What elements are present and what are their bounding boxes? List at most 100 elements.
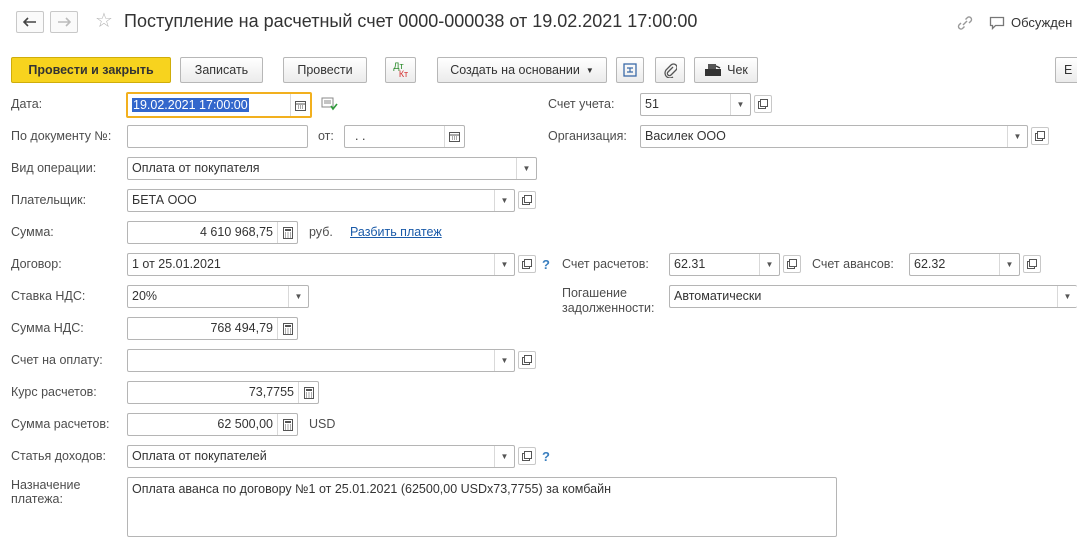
dropdown-arrow-icon[interactable]: ▼ — [1057, 286, 1077, 307]
open-window-icon — [1027, 259, 1037, 269]
dropdown-arrow-icon[interactable]: ▼ — [999, 254, 1019, 275]
date-label: Дата: — [11, 97, 43, 111]
split-payment-link[interactable]: Разбить платеж — [350, 225, 442, 239]
chat-icon — [989, 16, 1005, 30]
purpose-label-line2: платежа: — [11, 492, 63, 506]
back-button[interactable] — [16, 11, 44, 33]
document-history-icon[interactable] — [321, 97, 338, 114]
open-advance-account-button[interactable] — [1023, 255, 1041, 273]
discussion-button[interactable]: Обсужден — [989, 15, 1072, 30]
dropdown-arrow-icon[interactable]: ▼ — [759, 254, 779, 275]
dropdown-arrow-icon[interactable]: ▼ — [494, 190, 514, 211]
dropdown-arrow-icon[interactable]: ▼ — [494, 350, 514, 371]
vat-amount-input[interactable]: 768 494,79 — [127, 317, 298, 340]
structure-button[interactable] — [616, 57, 644, 83]
dt-kt-button[interactable]: Дт Кт — [385, 57, 416, 83]
open-invoice-button[interactable] — [518, 351, 536, 369]
contract-select[interactable]: 1 от 25.01.2021 ▼ — [127, 253, 515, 276]
dropdown-arrow-icon[interactable]: ▼ — [494, 254, 514, 275]
contract-label: Договор: — [11, 257, 62, 271]
settlement-amount-input[interactable]: 62 500,00 — [127, 413, 298, 436]
discussion-label: Обсужден — [1011, 15, 1073, 30]
income-item-help-icon[interactable]: ? — [542, 449, 550, 464]
open-window-icon — [522, 259, 532, 269]
open-window-icon — [758, 99, 768, 109]
more-button[interactable]: Е — [1055, 57, 1077, 83]
dropdown-arrow-icon[interactable]: ▼ — [516, 158, 536, 179]
operation-type-select[interactable]: Оплата от покупателя ▼ — [127, 157, 537, 180]
settlement-currency: USD — [309, 417, 336, 431]
open-settlement-account-button[interactable] — [783, 255, 801, 273]
post-and-close-button[interactable]: Провести и закрыть — [11, 57, 171, 83]
calendar-icon[interactable] — [290, 94, 310, 116]
advance-account-value: 62.32 — [914, 257, 946, 271]
dropdown-arrow-icon[interactable]: ▼ — [1007, 126, 1027, 147]
open-contract-button[interactable] — [518, 255, 536, 273]
cash-register-icon — [705, 64, 722, 76]
open-account-button[interactable] — [754, 95, 772, 113]
purpose-label-line1: Назначение — [11, 478, 81, 492]
account-label: Счет учета: — [548, 97, 615, 111]
open-window-icon — [522, 355, 532, 365]
date-field[interactable]: 19.02.2021 17:00:00 — [126, 92, 312, 118]
vat-amount-label: Сумма НДС: — [11, 321, 84, 335]
calculator-icon[interactable] — [277, 414, 297, 435]
settlement-amount-label: Сумма расчетов: — [11, 417, 110, 431]
open-window-icon — [522, 195, 532, 205]
calculator-icon[interactable] — [277, 222, 297, 243]
calendar-icon[interactable] — [444, 126, 464, 147]
advance-account-select[interactable]: 62.32 ▼ — [909, 253, 1020, 276]
amount-input[interactable]: 4 610 968,75 — [127, 221, 298, 244]
settlement-account-value: 62.31 — [674, 257, 706, 271]
rate-value: 73,7755 — [248, 385, 294, 399]
link-icon[interactable] — [956, 15, 974, 34]
income-item-select[interactable]: Оплата от покупателей ▼ — [127, 445, 515, 468]
doc-number-input[interactable] — [127, 125, 308, 148]
date-value: 19.02.2021 17:00:00 — [132, 98, 249, 112]
amount-label: Сумма: — [11, 225, 54, 239]
create-based-on-label: Создать на основании — [450, 63, 580, 77]
dropdown-arrow-icon[interactable]: ▼ — [494, 446, 514, 467]
calculator-icon[interactable] — [277, 318, 297, 339]
payer-label: Плательщик: — [11, 193, 87, 207]
arrow-right-icon — [58, 17, 71, 27]
open-window-icon — [522, 451, 532, 461]
invoice-select[interactable]: ▼ — [127, 349, 515, 372]
settlement-amount-value: 62 500,00 — [217, 417, 273, 431]
create-based-on-button[interactable]: Создать на основании ▼ — [437, 57, 607, 83]
post-button[interactable]: Провести — [283, 57, 367, 83]
organization-value: Василек ООО — [645, 129, 726, 143]
organization-select[interactable]: Василек ООО ▼ — [640, 125, 1028, 148]
dropdown-arrow-icon[interactable]: ▼ — [730, 94, 750, 115]
open-window-icon — [1035, 131, 1045, 141]
save-button[interactable]: Записать — [180, 57, 263, 83]
receipt-button[interactable]: Чек — [694, 57, 758, 83]
income-item-label: Статья доходов: — [11, 449, 107, 463]
rate-input[interactable]: 73,7755 — [127, 381, 319, 404]
income-item-value: Оплата от покупателей — [132, 449, 267, 463]
open-payer-button[interactable] — [518, 191, 536, 209]
purpose-value: Оплата аванса по договору №1 от 25.01.20… — [132, 482, 611, 496]
payer-value: БЕТА ООО — [132, 193, 197, 207]
debt-repayment-select[interactable]: Автоматически ▼ — [669, 285, 1077, 308]
account-value: 51 — [645, 97, 659, 111]
contract-help-icon[interactable]: ? — [542, 257, 550, 272]
attachments-button[interactable] — [655, 57, 685, 83]
account-select[interactable]: 51 ▼ — [640, 93, 751, 116]
operation-type-value: Оплата от покупателя — [132, 161, 260, 175]
calculator-icon[interactable] — [298, 382, 318, 403]
vat-amount-value: 768 494,79 — [210, 321, 273, 335]
dropdown-arrow-icon[interactable]: ▼ — [288, 286, 308, 307]
open-organization-button[interactable] — [1031, 127, 1049, 145]
purpose-textarea[interactable]: Оплата аванса по договору №1 от 25.01.20… — [127, 477, 837, 537]
doc-from-date-input[interactable]: . . — [344, 125, 465, 148]
vat-rate-select[interactable]: 20% ▼ — [127, 285, 309, 308]
open-income-item-button[interactable] — [518, 447, 536, 465]
kt-label: Кт — [398, 69, 409, 79]
payer-select[interactable]: БЕТА ООО ▼ — [127, 189, 515, 212]
favorite-star-icon[interactable]: ☆ — [95, 10, 113, 32]
settlement-account-select[interactable]: 62.31 ▼ — [669, 253, 780, 276]
forward-button[interactable] — [50, 11, 78, 33]
rate-label: Курс расчетов: — [11, 385, 97, 399]
structure-icon — [623, 63, 637, 77]
